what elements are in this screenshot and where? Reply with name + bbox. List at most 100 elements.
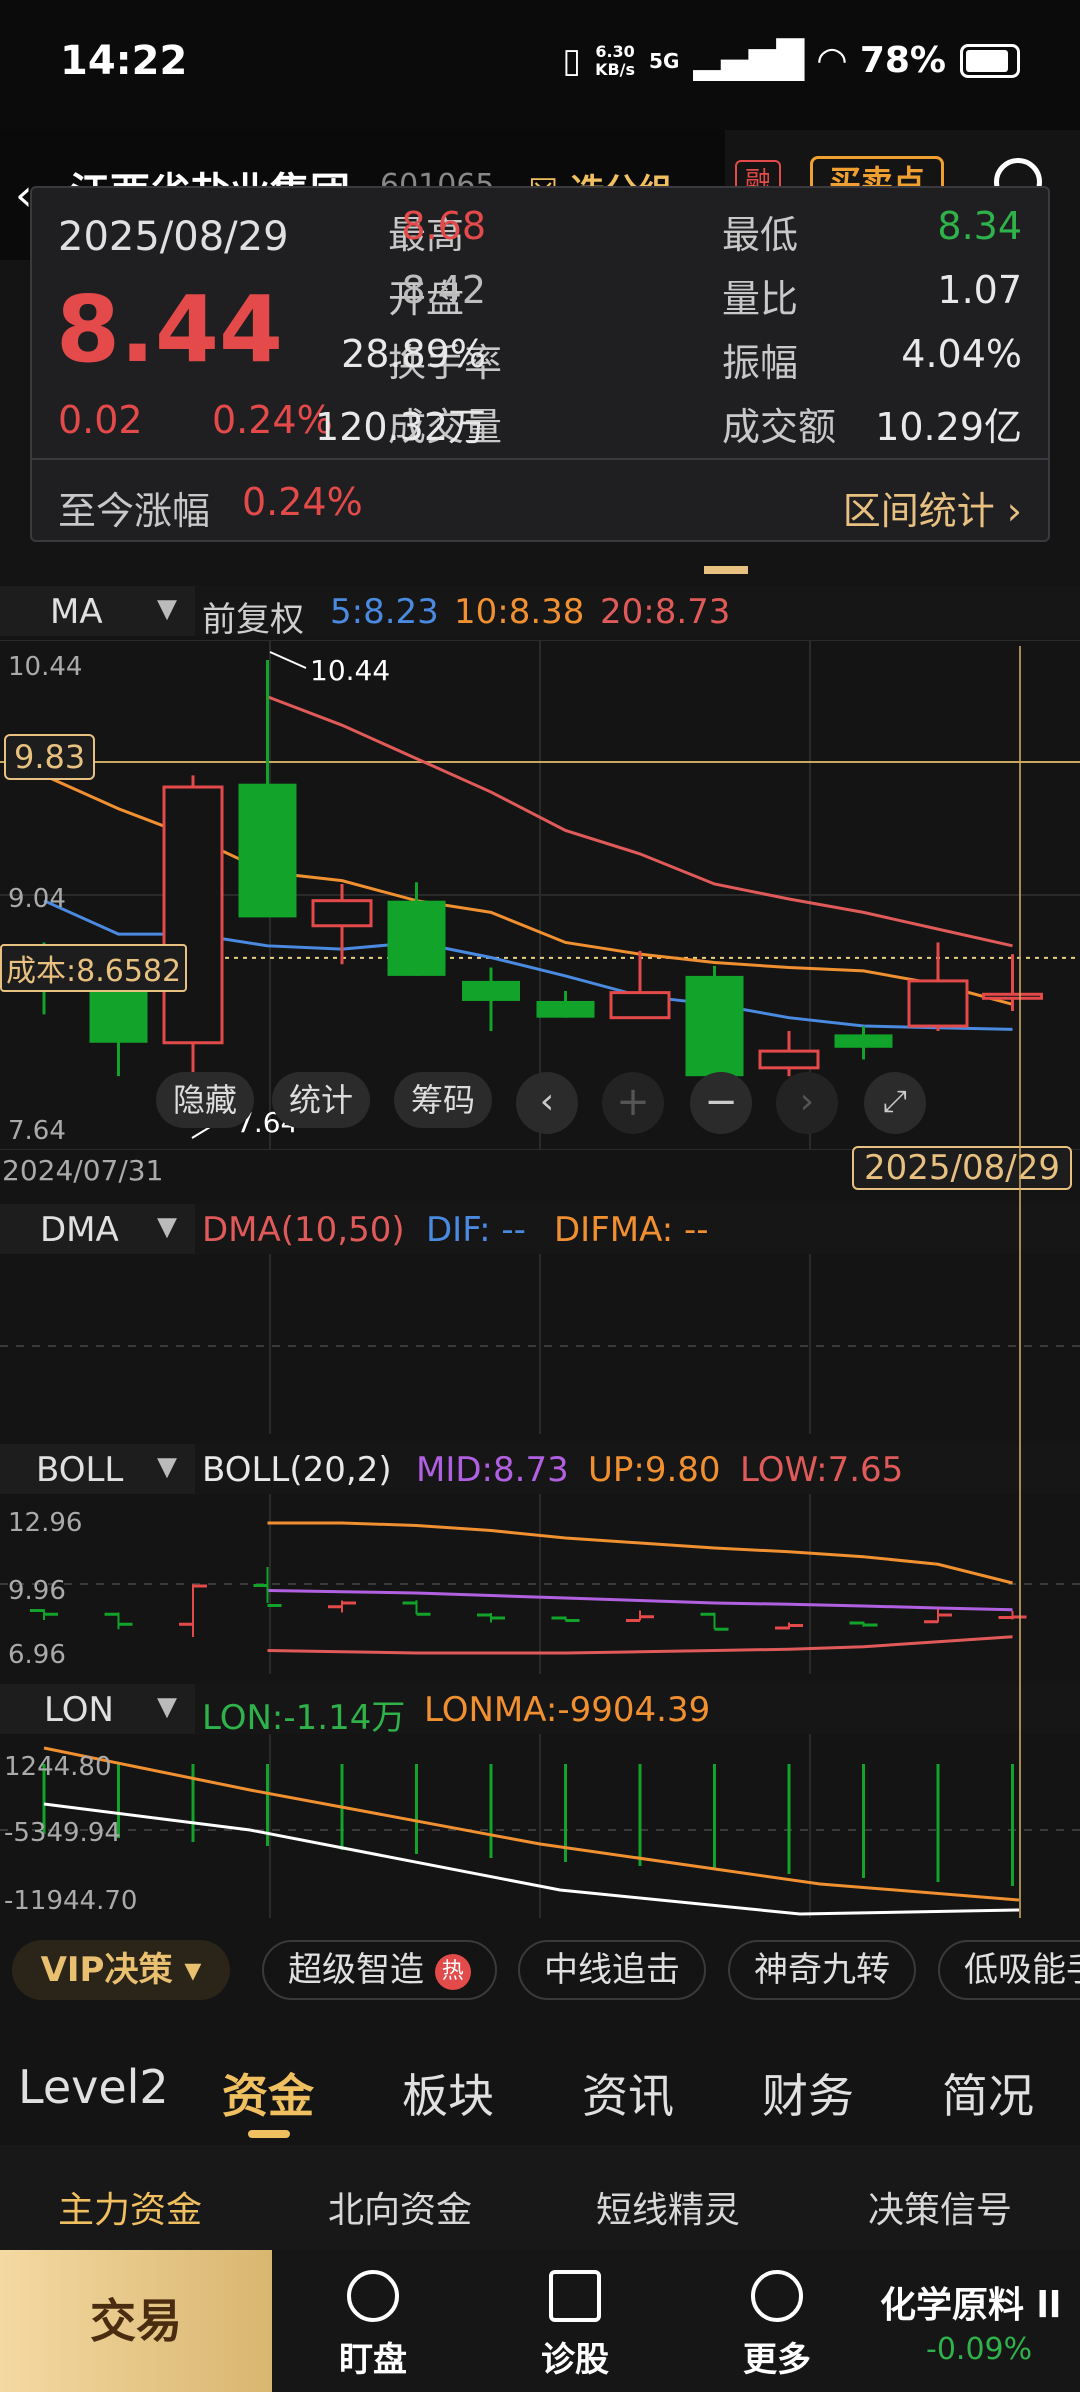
vibrate-icon: ▯ xyxy=(562,40,582,81)
watch-button[interactable]: 盯盘 xyxy=(308,2270,438,2381)
max-price-annotation: 10.44 xyxy=(310,654,391,687)
sector-change: -0.09% xyxy=(926,2332,1033,2367)
stat-value: 8.34 xyxy=(937,204,1022,248)
boll-up: UP:9.80 xyxy=(588,1450,721,1490)
boll-chart xyxy=(0,1494,1080,1674)
candle-body xyxy=(758,1049,820,1070)
subtab-decision-signal[interactable]: 决策信号 xyxy=(868,2181,1012,2233)
since-value: 0.24% xyxy=(242,480,363,524)
wifi-icon: ◠ xyxy=(818,40,846,81)
network-type: 5G xyxy=(649,48,680,73)
stat-value: 1.07 xyxy=(937,268,1022,312)
stat-value: 28.89% xyxy=(341,332,486,376)
candle-body xyxy=(311,899,373,928)
tab-sector[interactable]: 板块 xyxy=(402,2060,494,2126)
popup-price: 8.44 xyxy=(56,276,283,383)
status-bar: 14:22 ▯ 6.30 KB/s 5G ▂▄▆█ ◠ 78% xyxy=(0,0,1080,130)
chip-low-buy[interactable]: 低吸能手 xyxy=(938,1940,1080,2000)
stat-label: 量比 xyxy=(722,277,799,321)
lonma-line xyxy=(43,1746,1020,1902)
stat-label: 成交额 xyxy=(722,405,837,449)
tab-news[interactable]: 资讯 xyxy=(582,2060,674,2126)
scroll-left-icon[interactable]: ‹ xyxy=(516,1072,578,1134)
candle-body xyxy=(609,991,671,1020)
zoom-out-icon[interactable]: − xyxy=(690,1072,752,1134)
popup-change: 0.02 xyxy=(58,398,143,442)
chevron-down-icon: ▼ xyxy=(157,1692,177,1722)
subtab-northbound[interactable]: 北向资金 xyxy=(328,2181,472,2233)
dma-selector[interactable]: DMA ▼ xyxy=(0,1204,195,1254)
difma-value: DIFMA: -- xyxy=(554,1210,709,1250)
status-time: 14:22 xyxy=(60,38,188,84)
stat-label: 振幅 xyxy=(722,341,799,385)
more-button[interactable]: 更多 xyxy=(712,2270,842,2381)
lon-selector[interactable]: LON ▼ xyxy=(0,1684,195,1734)
tab-funds[interactable]: 资金 xyxy=(222,2060,314,2126)
boll-indicator-bar: BOLL ▼ BOLL(20,2) MID:8.73 UP:9.80 LOW:7.… xyxy=(0,1444,1080,1494)
y-axis-mid: 9.04 xyxy=(8,884,66,914)
stat-value: 4.04% xyxy=(901,332,1022,376)
tab-finance[interactable]: 财务 xyxy=(762,2060,854,2126)
candle-body xyxy=(536,1000,595,1018)
crosshair-icon xyxy=(347,2270,399,2322)
stats-button[interactable]: 统计 xyxy=(272,1072,370,1128)
hot-badge: 热 xyxy=(434,1953,471,1990)
crosshair-vertical xyxy=(1019,646,1021,1918)
candle-body xyxy=(907,979,969,1028)
popup-separator xyxy=(32,458,1048,460)
lon-value: LON:-1.14万 xyxy=(202,1698,406,1738)
cost-price-tag: 成本:8.6582 xyxy=(0,944,188,992)
boll-mid-line xyxy=(267,1589,1013,1612)
lon-y-bottom: -11944.70 xyxy=(4,1886,138,1916)
hide-button[interactable]: 隐藏 xyxy=(156,1072,254,1128)
status-icons: ▯ 6.30 KB/s 5G ▂▄▆█ ◠ 78% xyxy=(562,40,1020,81)
trade-button[interactable]: 交易 xyxy=(0,2250,272,2392)
scroll-right-icon[interactable]: › xyxy=(776,1072,838,1134)
ma10-value: 10:8.38 xyxy=(454,592,585,632)
candle-body xyxy=(685,975,744,1077)
subtab-main-funds[interactable]: 主力资金 xyxy=(58,2181,202,2233)
candle-body xyxy=(982,992,1043,1000)
boll-y-bottom: 6.96 xyxy=(8,1640,66,1670)
sector-name[interactable]: 化学原料 ll xyxy=(880,2276,1061,2328)
tab-profile[interactable]: 简况 xyxy=(942,2060,1034,2126)
chip-midline[interactable]: 中线追击 xyxy=(518,1940,706,2000)
boll-params: BOLL(20,2) xyxy=(202,1450,392,1490)
dma-indicator-bar: DMA ▼ DMA(10,50) DIF: -- DIFMA: -- xyxy=(0,1204,1080,1254)
boll-selector[interactable]: BOLL ▼ xyxy=(0,1444,195,1494)
chevron-down-icon: ▼ xyxy=(157,1212,177,1242)
battery-icon xyxy=(960,43,1020,78)
chip-super-smart[interactable]: 超级智造 热 xyxy=(262,1940,497,2000)
sub-tabs: 主力资金 北向资金 短线精灵 决策信号 xyxy=(0,2145,1080,2250)
ma5-value: 5:8.23 xyxy=(330,592,439,632)
tab-level2[interactable]: Level2 xyxy=(18,2060,169,2114)
diagnose-button[interactable]: 诊股 xyxy=(510,2270,640,2381)
range-stats-link[interactable]: 区间统计 › xyxy=(843,480,1022,535)
zoom-in-icon[interactable]: + xyxy=(602,1072,664,1134)
lon-line xyxy=(43,1802,1020,1916)
stat-value: 8.68 xyxy=(401,204,486,248)
chevron-down-icon: ▼ xyxy=(157,1452,177,1482)
subtab-short-line[interactable]: 短线精灵 xyxy=(596,2181,740,2233)
net-speed: 6.30 KB/s xyxy=(595,41,636,79)
ma20-value: 20:8.73 xyxy=(600,592,731,632)
boll-y-mid: 9.96 xyxy=(8,1576,66,1606)
fullscreen-icon[interactable]: ⤢ xyxy=(864,1072,926,1134)
main-tabs: Level2 资金 板块 资讯 财务 简况 xyxy=(0,2030,1080,2140)
candle-body xyxy=(238,783,297,918)
dma-chart xyxy=(0,1254,1080,1434)
ma-selector[interactable]: MA ▼ xyxy=(0,586,195,636)
adjust-mode[interactable]: 前复权 xyxy=(202,592,304,641)
since-label: 至今涨幅 xyxy=(58,489,211,533)
vip-decision-button[interactable]: VIP决策 ▾ xyxy=(12,1940,230,2000)
chips-button[interactable]: 筹码 xyxy=(394,1072,492,1128)
price-detail-popup[interactable]: 2025/08/29 8.44 0.02 0.24% 最高 8.68 最低 8.34 开… xyxy=(30,186,1050,542)
pulse-chart-icon xyxy=(549,2270,601,2322)
boll-low: LOW:7.65 xyxy=(740,1450,904,1490)
lon-y-top: 1244.80 xyxy=(4,1752,112,1782)
max-pointer xyxy=(269,651,307,669)
more-dots-icon xyxy=(751,2270,803,2322)
chip-magic-nine[interactable]: 神奇九转 xyxy=(728,1940,916,2000)
lonma-value: LONMA:-9904.39 xyxy=(424,1690,711,1730)
signal-icon: ▂▄▆█ xyxy=(693,40,805,81)
